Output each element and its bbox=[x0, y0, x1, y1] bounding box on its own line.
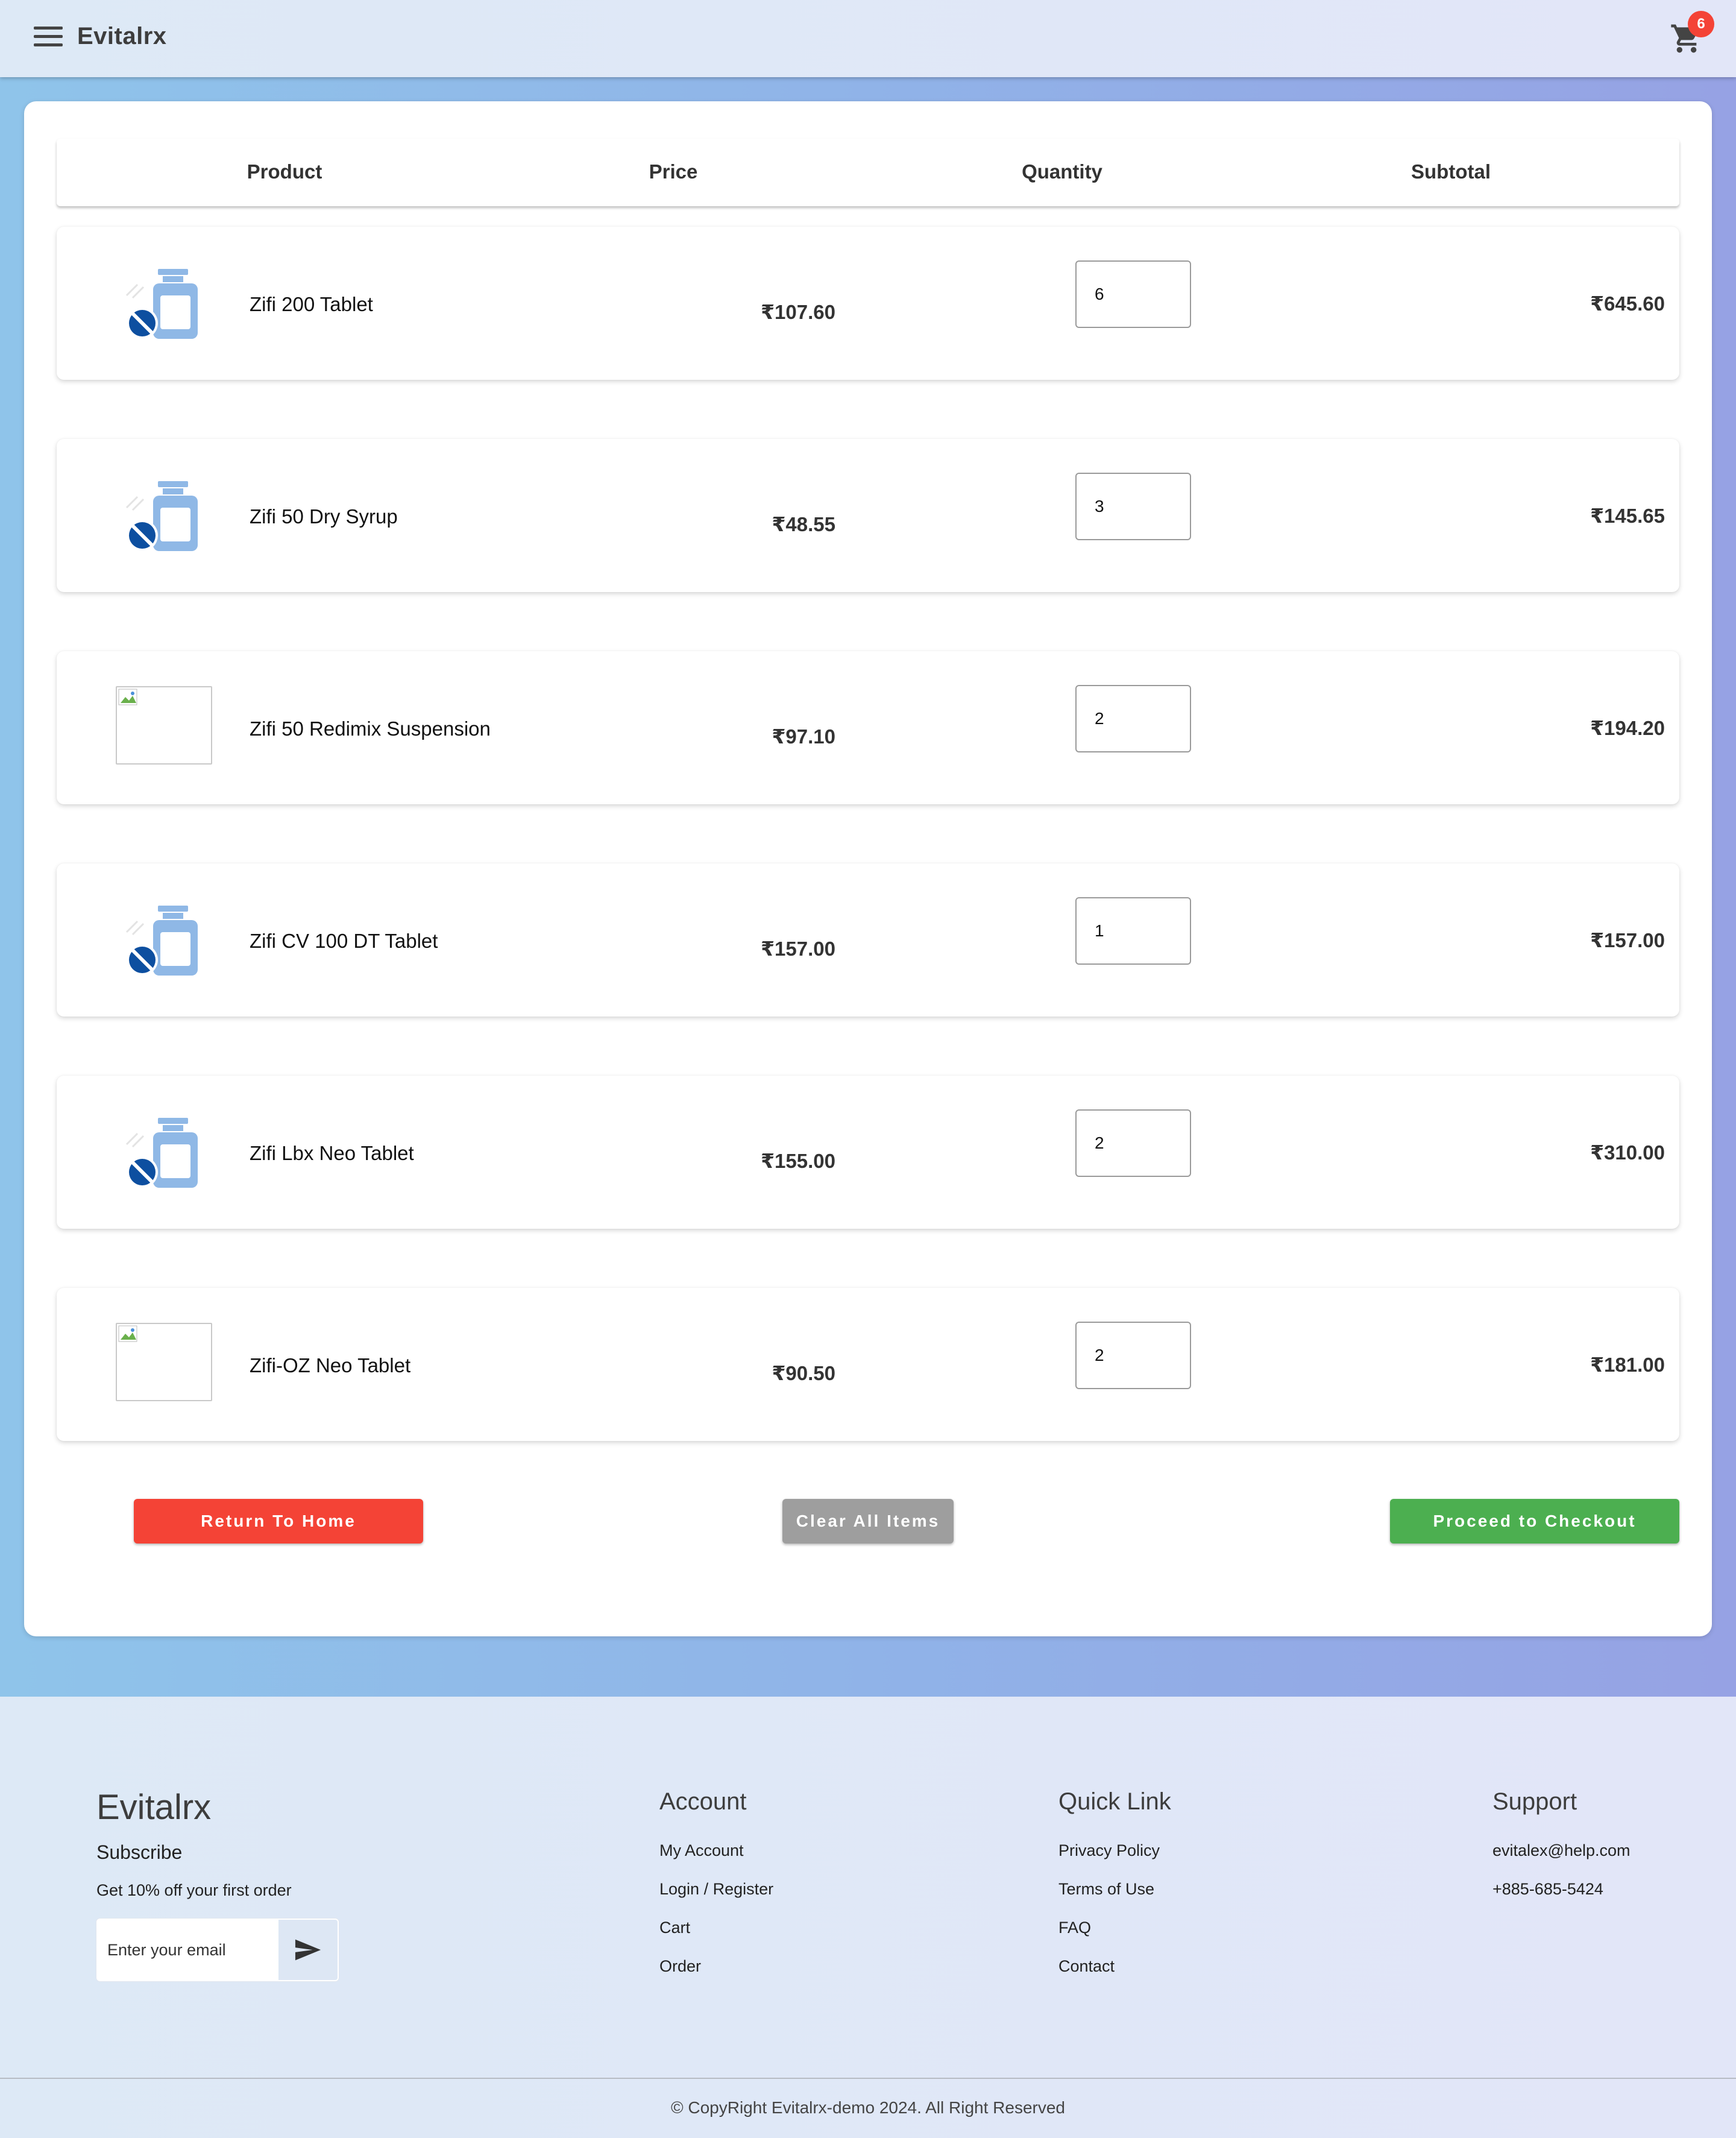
cart-row: Zifi CV 100 DT Tablet ₹157.00 ₹157.00 bbox=[57, 863, 1679, 1017]
subscribe-offer: Get 10% off your first order bbox=[96, 1881, 292, 1899]
subscribe-form bbox=[96, 1919, 339, 1981]
product-price: ₹48.55 bbox=[772, 513, 835, 535]
clear-all-button[interactable]: Clear All Items bbox=[782, 1499, 954, 1544]
product-name: Zifi 50 Redimix Suspension bbox=[250, 717, 491, 740]
account-title: Account bbox=[659, 1788, 747, 1815]
product-name: Zifi 50 Dry Syrup bbox=[250, 505, 398, 528]
menu-icon[interactable] bbox=[34, 27, 63, 51]
product-name: Zifi 200 Tablet bbox=[250, 293, 373, 315]
app-title: Evitalrx bbox=[77, 23, 167, 49]
link-cart[interactable]: Cart bbox=[659, 1919, 690, 1937]
product-name: Zifi CV 100 DT Tablet bbox=[250, 930, 438, 952]
product-price: ₹90.50 bbox=[772, 1362, 835, 1384]
send-icon[interactable] bbox=[278, 1920, 338, 1980]
link-terms-of-use[interactable]: Terms of Use bbox=[1058, 1880, 1154, 1899]
medicine-bottle-icon bbox=[125, 269, 198, 339]
broken-image-icon bbox=[116, 686, 212, 765]
quantity-input[interactable] bbox=[1075, 897, 1191, 965]
copyright-text: © CopyRight Evitalrx-demo 2024. All Righ… bbox=[670, 2098, 1066, 2117]
link-order[interactable]: Order bbox=[659, 1957, 701, 1976]
cart-row: Zifi Lbx Neo Tablet ₹155.00 ₹310.00 bbox=[57, 1076, 1679, 1229]
link-my-account[interactable]: My Account bbox=[659, 1841, 744, 1860]
support-phone[interactable]: +885-685-5424 bbox=[1492, 1880, 1603, 1899]
product-price: ₹157.00 bbox=[761, 938, 835, 960]
medicine-bottle-icon bbox=[125, 906, 198, 976]
header-subtotal: Subtotal bbox=[1411, 160, 1491, 183]
quantity-input[interactable] bbox=[1075, 685, 1191, 752]
product-subtotal: ₹157.00 bbox=[1590, 929, 1665, 951]
product-price: ₹97.10 bbox=[772, 725, 835, 748]
quantity-input[interactable] bbox=[1075, 1322, 1191, 1389]
product-subtotal: ₹145.65 bbox=[1590, 505, 1665, 527]
medicine-bottle-icon bbox=[125, 481, 198, 551]
cart-row: Zifi-OZ Neo Tablet ₹90.50 ₹181.00 bbox=[57, 1288, 1679, 1441]
link-privacy-policy[interactable]: Privacy Policy bbox=[1058, 1841, 1160, 1860]
product-name: Zifi-OZ Neo Tablet bbox=[250, 1354, 411, 1376]
link-faq[interactable]: FAQ bbox=[1058, 1919, 1091, 1937]
footer-brand: Evitalrx bbox=[96, 1788, 212, 1827]
link-login-register[interactable]: Login / Register bbox=[659, 1880, 773, 1899]
link-contact[interactable]: Contact bbox=[1058, 1957, 1115, 1976]
cart-row: Zifi 50 Redimix Suspension ₹97.10 ₹194.2… bbox=[57, 651, 1679, 804]
quantity-input[interactable] bbox=[1075, 260, 1191, 328]
product-subtotal: ₹645.60 bbox=[1590, 292, 1665, 315]
product-price: ₹155.00 bbox=[761, 1150, 835, 1172]
cart-table-header: Product Price Quantity Subtotal bbox=[57, 139, 1679, 206]
broken-image-icon bbox=[116, 1323, 212, 1401]
footer-divider bbox=[0, 2078, 1736, 2079]
return-home-button[interactable]: Return To Home bbox=[134, 1499, 423, 1544]
quick-link-title: Quick Link bbox=[1058, 1788, 1171, 1815]
quantity-input[interactable] bbox=[1075, 473, 1191, 540]
product-subtotal: ₹310.00 bbox=[1590, 1141, 1665, 1164]
cart-count-badge: 6 bbox=[1688, 11, 1714, 37]
email-input[interactable] bbox=[100, 1922, 275, 1978]
app-bar: Evitalrx 6 bbox=[0, 0, 1736, 77]
header-price: Price bbox=[649, 160, 698, 183]
cart-row: Zifi 50 Dry Syrup ₹48.55 ₹145.65 bbox=[57, 439, 1679, 592]
support-email[interactable]: evitalex@help.com bbox=[1492, 1841, 1631, 1860]
support-title: Support bbox=[1492, 1788, 1577, 1815]
header-product: Product bbox=[247, 160, 322, 183]
checkout-button[interactable]: Proceed to Checkout bbox=[1390, 1499, 1679, 1544]
product-subtotal: ₹181.00 bbox=[1590, 1354, 1665, 1376]
header-quantity: Quantity bbox=[1022, 160, 1102, 183]
footer: Evitalrx Subscribe Get 10% off your firs… bbox=[0, 1697, 1736, 2138]
medicine-bottle-icon bbox=[125, 1118, 198, 1188]
subscribe-title: Subscribe bbox=[96, 1841, 183, 1863]
quantity-input[interactable] bbox=[1075, 1109, 1191, 1177]
cart-row: Zifi 200 Tablet ₹107.60 ₹645.60 bbox=[57, 227, 1679, 380]
product-name: Zifi Lbx Neo Tablet bbox=[250, 1142, 414, 1164]
product-subtotal: ₹194.20 bbox=[1590, 717, 1665, 739]
product-price: ₹107.60 bbox=[761, 301, 835, 323]
